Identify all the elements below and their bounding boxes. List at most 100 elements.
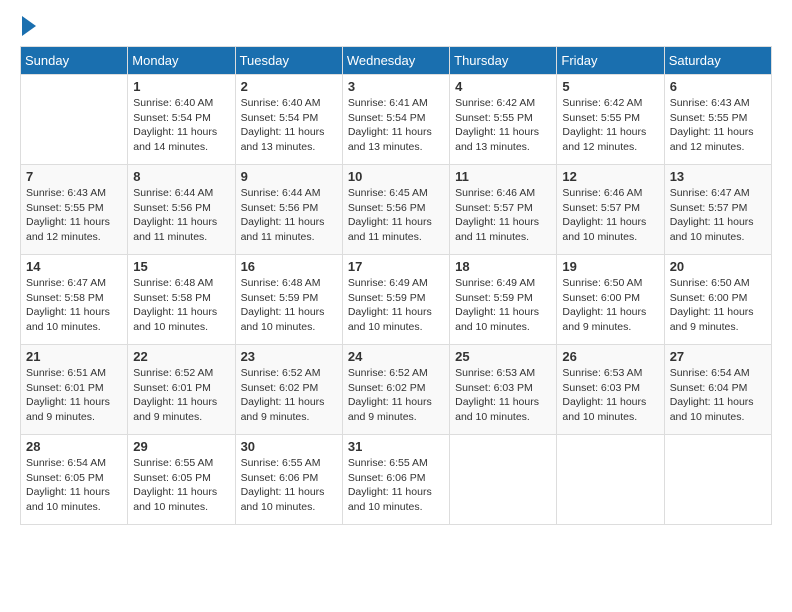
day-number: 31 xyxy=(348,439,444,454)
day-number: 28 xyxy=(26,439,122,454)
day-number: 27 xyxy=(670,349,766,364)
calendar-cell: 15Sunrise: 6:48 AMSunset: 5:58 PMDayligh… xyxy=(128,255,235,345)
cell-details: Sunrise: 6:46 AMSunset: 5:57 PMDaylight:… xyxy=(455,186,551,245)
day-number: 17 xyxy=(348,259,444,274)
calendar-cell xyxy=(450,435,557,525)
day-number: 6 xyxy=(670,79,766,94)
day-number: 3 xyxy=(348,79,444,94)
logo xyxy=(20,20,36,36)
day-number: 2 xyxy=(241,79,337,94)
cell-details: Sunrise: 6:55 AMSunset: 6:06 PMDaylight:… xyxy=(348,456,444,515)
cell-details: Sunrise: 6:42 AMSunset: 5:55 PMDaylight:… xyxy=(562,96,658,155)
day-number: 4 xyxy=(455,79,551,94)
calendar-cell xyxy=(664,435,771,525)
cell-details: Sunrise: 6:40 AMSunset: 5:54 PMDaylight:… xyxy=(133,96,229,155)
calendar-cell: 11Sunrise: 6:46 AMSunset: 5:57 PMDayligh… xyxy=(450,165,557,255)
cell-details: Sunrise: 6:44 AMSunset: 5:56 PMDaylight:… xyxy=(133,186,229,245)
calendar-cell: 21 Sunrise: 6:51 AMSunset: 6:01 PMDayligh… xyxy=(21,345,128,435)
cell-details: Sunrise: 6:45 AMSunset: 5:56 PMDaylight:… xyxy=(348,186,444,245)
calendar-cell: 23 Sunrise: 6:52 AMSunset: 6:02 PMDayligh… xyxy=(235,345,342,435)
calendar-week-row: 14 Sunrise: 6:47 AMSunset: 5:58 PMDayligh… xyxy=(21,255,772,345)
calendar-cell: 17 Sunrise: 6:49 AMSunset: 5:59 PMDayligh… xyxy=(342,255,449,345)
day-number: 1 xyxy=(133,79,229,94)
cell-details: Sunrise: 6:49 AMSunset: 5:59 PMDaylight:… xyxy=(348,276,444,335)
calendar-cell: 14 Sunrise: 6:47 AMSunset: 5:58 PMDayligh… xyxy=(21,255,128,345)
cell-details: Sunrise: 6:48 AMSunset: 5:58 PMDaylight:… xyxy=(133,276,229,335)
cell-details: Sunrise: 6:47 AMSunset: 5:57 PMDaylight:… xyxy=(670,186,766,245)
calendar-cell: 10Sunrise: 6:45 AMSunset: 5:56 PMDayligh… xyxy=(342,165,449,255)
day-number: 5 xyxy=(562,79,658,94)
calendar-cell: 27 Sunrise: 6:54 AMSunset: 6:04 PMDayligh… xyxy=(664,345,771,435)
cell-details: Sunrise: 6:53 AMSunset: 6:03 PMDaylight:… xyxy=(562,366,658,425)
cell-details: Sunrise: 6:43 AMSunset: 5:55 PMDaylight:… xyxy=(26,186,122,245)
cell-details: Sunrise: 6:52 AMSunset: 6:02 PMDaylight:… xyxy=(348,366,444,425)
calendar-cell: 31 Sunrise: 6:55 AMSunset: 6:06 PMDayligh… xyxy=(342,435,449,525)
cell-details: Sunrise: 6:50 AMSunset: 6:00 PMDaylight:… xyxy=(562,276,658,335)
calendar-cell: 29Sunrise: 6:55 AMSunset: 6:05 PMDayligh… xyxy=(128,435,235,525)
day-number: 13 xyxy=(670,169,766,184)
cell-details: Sunrise: 6:43 AMSunset: 5:55 PMDaylight:… xyxy=(670,96,766,155)
calendar-cell: 13 Sunrise: 6:47 AMSunset: 5:57 PMDayligh… xyxy=(664,165,771,255)
day-number: 18 xyxy=(455,259,551,274)
calendar-cell: 19 Sunrise: 6:50 AMSunset: 6:00 PMDayligh… xyxy=(557,255,664,345)
calendar-cell: 20 Sunrise: 6:50 AMSunset: 6:00 PMDayligh… xyxy=(664,255,771,345)
cell-details: Sunrise: 6:54 AMSunset: 6:04 PMDaylight:… xyxy=(670,366,766,425)
calendar-cell xyxy=(21,75,128,165)
page-header xyxy=(20,20,772,36)
day-number: 12 xyxy=(562,169,658,184)
cell-details: Sunrise: 6:54 AMSunset: 6:05 PMDaylight:… xyxy=(26,456,122,515)
day-number: 21 xyxy=(26,349,122,364)
day-of-week-header: Monday xyxy=(128,47,235,75)
calendar-cell: 25Sunrise: 6:53 AMSunset: 6:03 PMDayligh… xyxy=(450,345,557,435)
calendar-cell: 26 Sunrise: 6:53 AMSunset: 6:03 PMDayligh… xyxy=(557,345,664,435)
day-of-week-header: Thursday xyxy=(450,47,557,75)
calendar-cell: 9 Sunrise: 6:44 AMSunset: 5:56 PMDaylight… xyxy=(235,165,342,255)
day-of-week-header: Saturday xyxy=(664,47,771,75)
calendar-cell: 18 Sunrise: 6:49 AMSunset: 5:59 PMDayligh… xyxy=(450,255,557,345)
logo-arrow-icon xyxy=(22,16,36,36)
day-number: 14 xyxy=(26,259,122,274)
cell-details: Sunrise: 6:52 AMSunset: 6:02 PMDaylight:… xyxy=(241,366,337,425)
calendar-cell: 1 Sunrise: 6:40 AMSunset: 5:54 PMDaylight… xyxy=(128,75,235,165)
day-of-week-header: Friday xyxy=(557,47,664,75)
day-number: 26 xyxy=(562,349,658,364)
day-of-week-header: Sunday xyxy=(21,47,128,75)
cell-details: Sunrise: 6:51 AMSunset: 6:01 PMDaylight:… xyxy=(26,366,122,425)
calendar-week-row: 1 Sunrise: 6:40 AMSunset: 5:54 PMDaylight… xyxy=(21,75,772,165)
cell-details: Sunrise: 6:50 AMSunset: 6:00 PMDaylight:… xyxy=(670,276,766,335)
day-number: 23 xyxy=(241,349,337,364)
day-of-week-header: Wednesday xyxy=(342,47,449,75)
calendar-week-row: 21 Sunrise: 6:51 AMSunset: 6:01 PMDayligh… xyxy=(21,345,772,435)
cell-details: Sunrise: 6:53 AMSunset: 6:03 PMDaylight:… xyxy=(455,366,551,425)
cell-details: Sunrise: 6:42 AMSunset: 5:55 PMDaylight:… xyxy=(455,96,551,155)
calendar-cell: 12 Sunrise: 6:46 AMSunset: 5:57 PMDayligh… xyxy=(557,165,664,255)
cell-details: Sunrise: 6:47 AMSunset: 5:58 PMDaylight:… xyxy=(26,276,122,335)
calendar-cell: 22Sunrise: 6:52 AMSunset: 6:01 PMDayligh… xyxy=(128,345,235,435)
day-number: 16 xyxy=(241,259,337,274)
cell-details: Sunrise: 6:55 AMSunset: 6:05 PMDaylight:… xyxy=(133,456,229,515)
day-number: 9 xyxy=(241,169,337,184)
calendar-cell: 28 Sunrise: 6:54 AMSunset: 6:05 PMDayligh… xyxy=(21,435,128,525)
calendar-table: SundayMondayTuesdayWednesdayThursdayFrid… xyxy=(20,46,772,525)
day-number: 19 xyxy=(562,259,658,274)
day-of-week-header: Tuesday xyxy=(235,47,342,75)
calendar-cell: 2 Sunrise: 6:40 AMSunset: 5:54 PMDaylight… xyxy=(235,75,342,165)
calendar-cell: 5 Sunrise: 6:42 AMSunset: 5:55 PMDaylight… xyxy=(557,75,664,165)
day-number: 30 xyxy=(241,439,337,454)
day-number: 20 xyxy=(670,259,766,274)
cell-details: Sunrise: 6:52 AMSunset: 6:01 PMDaylight:… xyxy=(133,366,229,425)
cell-details: Sunrise: 6:40 AMSunset: 5:54 PMDaylight:… xyxy=(241,96,337,155)
day-number: 8 xyxy=(133,169,229,184)
cell-details: Sunrise: 6:48 AMSunset: 5:59 PMDaylight:… xyxy=(241,276,337,335)
cell-details: Sunrise: 6:55 AMSunset: 6:06 PMDaylight:… xyxy=(241,456,337,515)
day-number: 24 xyxy=(348,349,444,364)
calendar-cell: 7 Sunrise: 6:43 AMSunset: 5:55 PMDaylight… xyxy=(21,165,128,255)
calendar-cell: 4 Sunrise: 6:42 AMSunset: 5:55 PMDaylight… xyxy=(450,75,557,165)
calendar-cell: 3Sunrise: 6:41 AMSunset: 5:54 PMDaylight… xyxy=(342,75,449,165)
calendar-cell xyxy=(557,435,664,525)
day-number: 7 xyxy=(26,169,122,184)
cell-details: Sunrise: 6:44 AMSunset: 5:56 PMDaylight:… xyxy=(241,186,337,245)
cell-details: Sunrise: 6:49 AMSunset: 5:59 PMDaylight:… xyxy=(455,276,551,335)
calendar-week-row: 28 Sunrise: 6:54 AMSunset: 6:05 PMDayligh… xyxy=(21,435,772,525)
cell-details: Sunrise: 6:46 AMSunset: 5:57 PMDaylight:… xyxy=(562,186,658,245)
